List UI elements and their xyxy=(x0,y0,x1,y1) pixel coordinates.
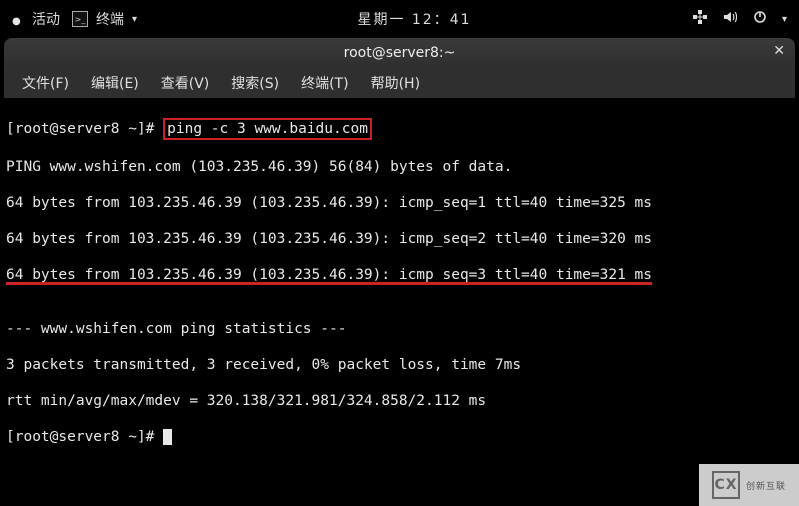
menu-view[interactable]: 查看(V) xyxy=(151,69,220,97)
terminal-menubar: 文件(F) 编辑(E) 查看(V) 搜索(S) 终端(T) 帮助(H) xyxy=(4,68,795,98)
terminal-line: rtt min/avg/max/mdev = 320.138/321.981/3… xyxy=(6,392,793,410)
terminal-line: PING www.wshifen.com (103.235.46.39) 56(… xyxy=(6,158,793,176)
system-menu-arrow-icon[interactable] xyxy=(782,14,787,25)
terminal-line: 64 bytes from 103.235.46.39 (103.235.46.… xyxy=(6,266,793,284)
menu-edit[interactable]: 编辑(E) xyxy=(81,69,149,97)
terminal-icon xyxy=(72,11,88,27)
terminal-line: 64 bytes from 103.235.46.39 (103.235.46.… xyxy=(6,230,793,248)
shell-prompt: [root@server8 ~]# xyxy=(6,121,163,137)
menu-terminal[interactable]: 终端(T) xyxy=(291,69,358,97)
terminal-viewport[interactable]: [root@server8 ~]# ping -c 3 www.baidu.co… xyxy=(4,98,795,506)
window-title-bar: root@server8:~ ✕ xyxy=(4,38,795,68)
power-icon[interactable] xyxy=(752,9,768,29)
watermark-logo: CX xyxy=(712,471,740,499)
highlighted-command: ping -c 3 www.baidu.com xyxy=(163,118,372,140)
terminal-line: [root@server8 ~]# ping -c 3 www.baidu.co… xyxy=(6,118,793,140)
window-title: root@server8:~ xyxy=(344,45,456,61)
activities-button[interactable]: 活动 xyxy=(12,9,60,29)
watermark: CX 创新互联 xyxy=(699,464,799,506)
app-menu[interactable]: 终端 xyxy=(72,9,137,29)
terminal-line: --- www.wshifen.com ping statistics --- xyxy=(6,320,793,338)
network-icon[interactable] xyxy=(692,9,708,29)
app-menu-label: 终端 xyxy=(96,9,124,29)
volume-icon[interactable] xyxy=(722,9,738,29)
panel-clock[interactable]: 星期一 12：41 xyxy=(357,9,471,29)
terminal-line: 64 bytes from 103.235.46.39 (103.235.46.… xyxy=(6,194,793,212)
menu-file[interactable]: 文件(F) xyxy=(12,69,79,97)
watermark-text: 创新互联 xyxy=(746,479,786,492)
shell-prompt: [root@server8 ~]# xyxy=(6,429,163,445)
terminal-cursor xyxy=(163,429,172,445)
terminal-line: 3 packets transmitted, 3 received, 0% pa… xyxy=(6,356,793,374)
underlined-output: 64 bytes from 103.235.46.39 (103.235.46.… xyxy=(6,267,652,283)
gnome-foot-icon xyxy=(12,12,26,26)
menu-search[interactable]: 搜索(S) xyxy=(221,69,289,97)
panel-right xyxy=(692,9,787,29)
terminal-line: [root@server8 ~]# xyxy=(6,428,793,446)
gnome-top-panel: 活动 终端 星期一 12：41 xyxy=(0,0,799,38)
activities-label: 活动 xyxy=(32,9,60,29)
menu-help[interactable]: 帮助(H) xyxy=(361,69,430,97)
close-icon[interactable]: ✕ xyxy=(773,43,785,59)
panel-left: 活动 终端 xyxy=(12,9,137,29)
